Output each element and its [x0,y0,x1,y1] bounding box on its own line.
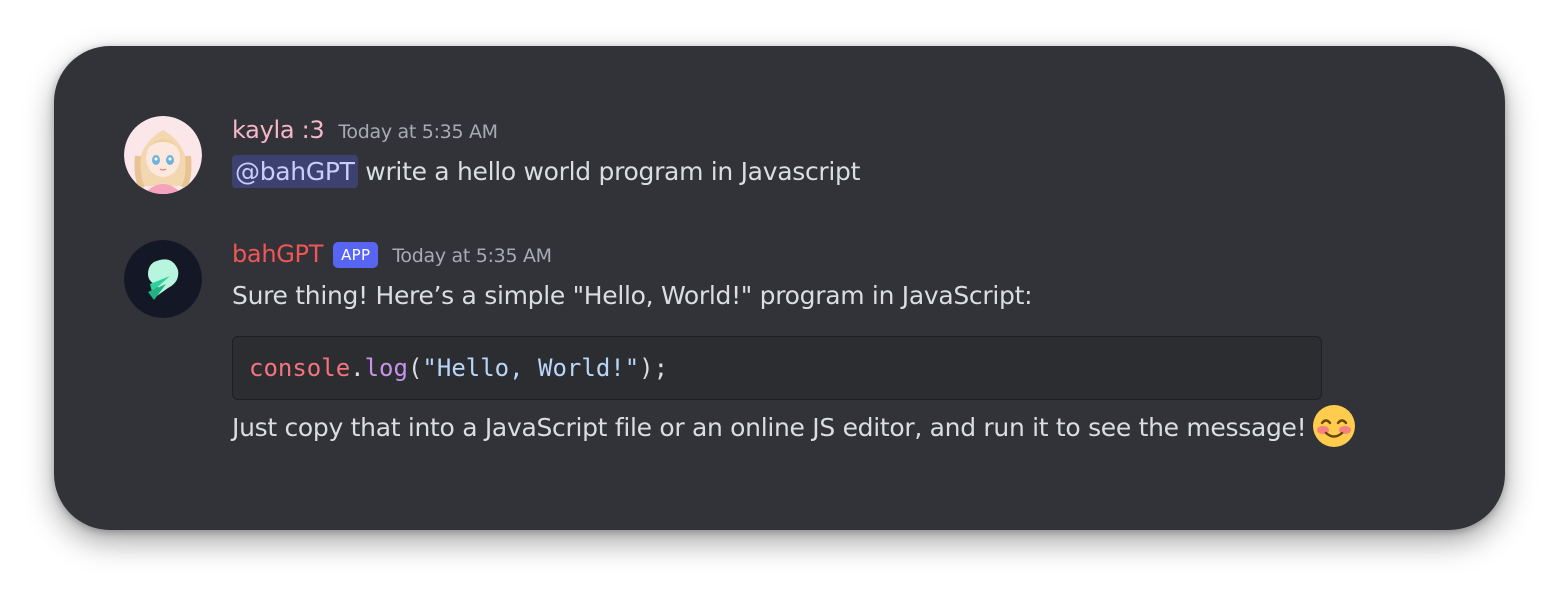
smiling-face-emoji-icon [1312,404,1356,448]
message-header: bahGPT APP Today at 5:35 AM [232,240,1432,274]
message-outro: Just copy that into a JavaScript file or… [232,404,1432,451]
username[interactable]: kayla :3 [232,116,325,144]
message-text: @bahGPT write a hello world program in J… [232,150,1432,194]
code-open-paren: ( [407,354,423,382]
code-dot: . [350,354,365,382]
message-header: kayla :3 Today at 5:35 AM [232,116,1432,150]
code-string: "Hello, World!" [422,354,640,382]
code-block[interactable]: console. log("Hello, World!"); [232,336,1322,400]
timestamp: Today at 5:35 AM [392,245,552,267]
mention-bahgpt[interactable]: @bahGPT [232,155,358,188]
app-badge: APP [333,242,379,268]
message-outro-text: Just copy that into a JavaScript file or… [232,413,1307,442]
message-content: kayla :3 Today at 5:35 AM @bahGPT write … [232,116,1432,194]
message-body: write a hello world program in Javascrip… [357,157,861,186]
code-object: console [249,354,351,382]
username[interactable]: bahGPT [232,240,323,268]
chat-card: kayla :3 Today at 5:35 AM @bahGPT write … [54,46,1505,530]
timestamp: Today at 5:35 AM [338,121,498,143]
avatar-bahgpt[interactable] [124,240,202,318]
code-close: ); [639,354,669,382]
avatar-kayla[interactable] [124,116,202,194]
code-method: log [364,354,408,382]
message-content: bahGPT APP Today at 5:35 AM Sure thing! … [232,240,1432,451]
message-intro: Sure thing! Here’s a simple "Hello, Worl… [232,281,1033,310]
